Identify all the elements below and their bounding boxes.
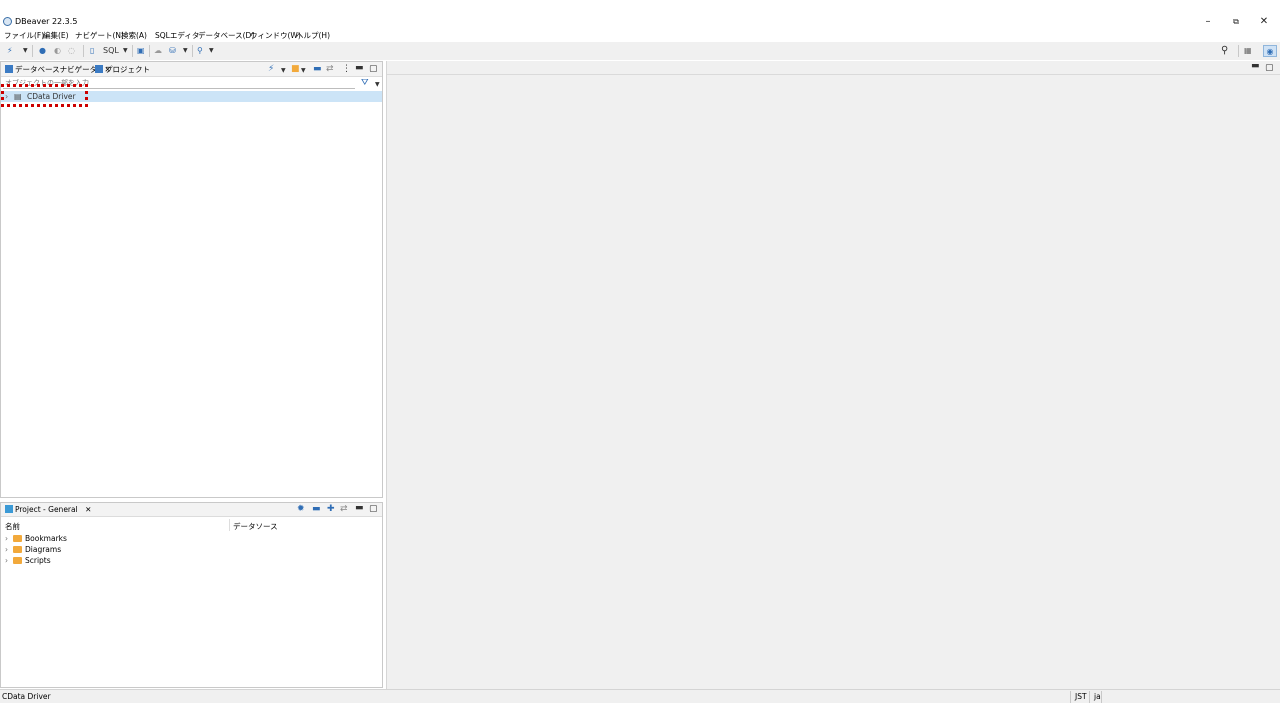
toolbar-separator (132, 45, 133, 57)
chevron-down-icon[interactable]: ▼ (23, 45, 28, 57)
toolbar-separator (83, 45, 84, 57)
minimize-view-icon[interactable]: ▬ (355, 64, 364, 73)
menu-search[interactable]: 検索(A) (121, 30, 147, 41)
menu-window[interactable]: ウィンドウ(W) (250, 30, 301, 41)
new-folder-icon[interactable]: ■ (291, 65, 300, 74)
folder-icon (13, 535, 22, 542)
menu-sql-editor[interactable]: SQLエディタ (155, 30, 199, 41)
project-icon (5, 505, 13, 513)
status-separator (1089, 691, 1090, 703)
tab-database-navigator-label: データベースナビゲータ (15, 65, 98, 74)
status-timezone: JST (1075, 692, 1087, 701)
project-tab-bar: Project - General ✕ ✹ ▬ ✚ ⇄ ▬ ▢ (1, 503, 382, 517)
minimize-view-icon[interactable]: ▬ (1251, 62, 1260, 71)
toolbar-separator (149, 45, 150, 57)
sql-editor-icon[interactable]: ▯ (90, 45, 94, 57)
dbeaver-icon (3, 17, 12, 26)
maximize-view-icon[interactable]: ▢ (369, 505, 378, 514)
maximize-view-icon[interactable]: ▢ (369, 65, 378, 74)
project-icon (95, 65, 103, 73)
chevron-down-icon[interactable]: ▼ (123, 45, 128, 57)
database-icon[interactable]: ⛁ (169, 45, 176, 57)
minimize-button[interactable]: – (1198, 15, 1218, 28)
project-item-label: Scripts (25, 556, 51, 565)
tab-project-general-label: Project - General (15, 505, 78, 514)
menu-help[interactable]: ヘルプ(H) (296, 30, 330, 41)
sql-button[interactable]: SQL (103, 45, 119, 57)
database-navigator-panel: データベースナビゲータ ✕ プロジェクト ⚡ ▼ ■ ▼ ▬ ⇄ ⋮ ▬ ▢ ⛛… (0, 61, 383, 498)
status-locale: ja (1094, 692, 1101, 701)
project-item-label: Bookmarks (25, 534, 67, 543)
folder-icon (13, 557, 22, 564)
connect-icon[interactable]: ● (39, 45, 46, 57)
link-editor-icon[interactable]: ⇄ (326, 65, 334, 74)
toolbar-separator (1238, 45, 1239, 57)
disconnect-icon[interactable]: ◐ (54, 45, 61, 57)
column-divider (229, 519, 230, 531)
tab-project-general[interactable]: Project - General ✕ (5, 505, 91, 514)
navigator-tab-bar: データベースナビゲータ ✕ プロジェクト ⚡ ▼ ■ ▼ ▬ ⇄ ⋮ ▬ ▢ (1, 62, 382, 77)
editor-area: ▬ ▢ (386, 61, 1280, 689)
tab-projects-label: プロジェクト (105, 65, 150, 74)
chevron-right-icon[interactable]: › (5, 534, 11, 543)
dbeaver-perspective-icon[interactable]: ◉ (1263, 45, 1277, 57)
new-connection-icon[interactable]: ⚡ (268, 65, 274, 74)
column-header-name[interactable]: 名前 (5, 521, 20, 532)
database-navigator-icon (5, 65, 13, 73)
lock-icon[interactable]: ▣ (137, 45, 145, 57)
search-icon[interactable]: ⚲ (1221, 45, 1228, 57)
link-editor-icon[interactable]: ⇄ (340, 505, 348, 514)
project-panel: Project - General ✕ ✹ ▬ ✚ ⇄ ▬ ▢ 名前 データソー… (0, 502, 383, 688)
chevron-down-icon[interactable]: ▼ (209, 45, 214, 57)
collapse-all-icon[interactable]: ▬ (312, 505, 321, 514)
restore-button[interactable]: ⧉ (1226, 15, 1246, 28)
highlight-box (1, 84, 88, 107)
minimize-view-icon[interactable]: ▬ (355, 504, 364, 513)
invalidate-icon[interactable]: ◌ (68, 45, 75, 57)
status-separator (1101, 691, 1102, 703)
status-separator (1070, 691, 1071, 703)
chevron-right-icon[interactable]: › (5, 545, 11, 554)
gear-icon[interactable]: ✹ (297, 505, 305, 514)
project-item-scripts[interactable]: › Scripts (5, 556, 51, 565)
folder-icon (13, 546, 22, 553)
menu-edit[interactable]: 編集(E) (43, 30, 69, 41)
cloud-icon[interactable]: ☁ (154, 45, 162, 57)
close-button[interactable]: ✕ (1254, 15, 1274, 28)
column-header-datasource[interactable]: データソース (233, 521, 278, 532)
toolbar-separator (32, 45, 33, 57)
editor-tab-bar: ▬ ▢ (387, 61, 1280, 75)
status-bar: CData Driver JST ja (0, 689, 1280, 703)
window-title: DBeaver 22.3.5 (15, 17, 78, 26)
main-toolbar: ⚡ ▼ ● ◐ ◌ ▯ SQL ▼ ▣ ☁ ⛁ ▼ ⚲ ▼ ⚲ ▦ ◉ (0, 42, 1280, 60)
tab-projects[interactable]: プロジェクト (95, 64, 150, 75)
chevron-right-icon[interactable]: › (5, 556, 11, 565)
status-selection: CData Driver (2, 692, 51, 701)
expand-all-icon[interactable]: ✚ (327, 505, 335, 514)
menu-navigate[interactable]: ナビゲート(N) (75, 30, 124, 41)
menu-bar: ファイル(F) 編集(E) ナビゲート(N) 検索(A) SQLエディタ データ… (0, 29, 1280, 42)
chevron-down-icon[interactable]: ▼ (281, 66, 286, 75)
menu-file[interactable]: ファイル(F) (4, 30, 44, 41)
collapse-all-icon[interactable]: ▬ (313, 65, 322, 74)
maximize-view-icon[interactable]: ▢ (1265, 64, 1274, 73)
project-item-bookmarks[interactable]: › Bookmarks (5, 534, 67, 543)
new-connection-icon[interactable]: ⚡ (7, 45, 13, 57)
chevron-down-icon[interactable]: ▼ (301, 66, 306, 75)
project-item-label: Diagrams (25, 545, 62, 554)
perspective-icon[interactable]: ▦ (1244, 45, 1252, 57)
search-icon[interactable]: ⚲ (197, 45, 203, 57)
chevron-down-icon[interactable]: ▼ (375, 80, 380, 89)
filter-icon[interactable]: ⛛ (361, 79, 369, 88)
title-bar: DBeaver 22.3.5 – ⧉ ✕ (0, 14, 1280, 29)
view-menu-icon[interactable]: ⋮ (342, 65, 351, 74)
close-icon[interactable]: ✕ (85, 505, 91, 514)
chevron-down-icon[interactable]: ▼ (183, 45, 188, 57)
menu-database[interactable]: データベース(D) (198, 30, 254, 41)
project-item-diagrams[interactable]: › Diagrams (5, 545, 61, 554)
toolbar-separator (192, 45, 193, 57)
